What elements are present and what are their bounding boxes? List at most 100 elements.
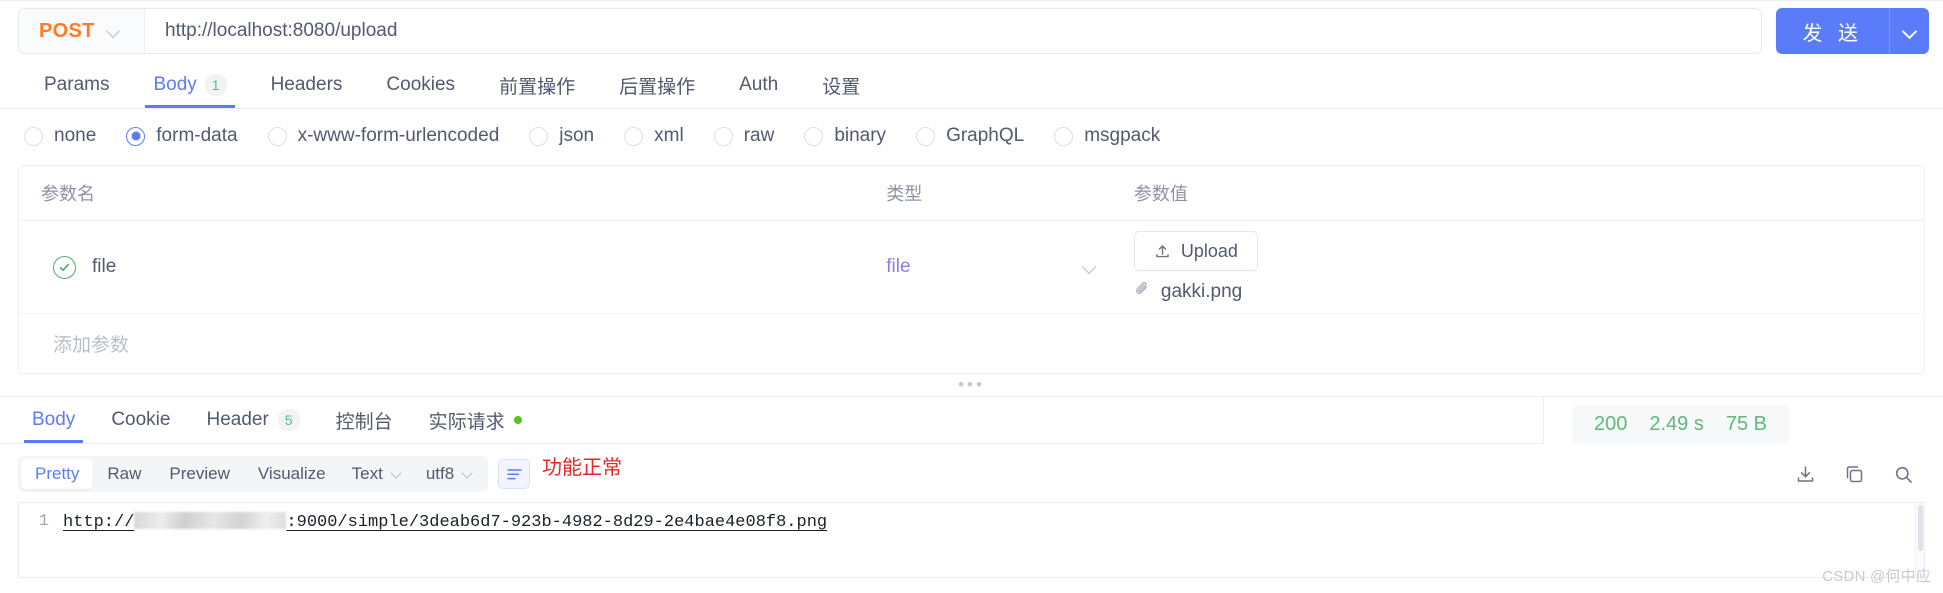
wrap-lines-button[interactable] xyxy=(498,459,531,489)
radio-icon xyxy=(624,126,644,146)
tab-label: Auth xyxy=(739,74,779,95)
header-param-value: 参数值 xyxy=(1123,166,1924,221)
http-method-selector[interactable]: POST xyxy=(19,9,145,53)
tab-cookies[interactable]: Cookies xyxy=(364,62,477,108)
download-icon[interactable] xyxy=(1794,463,1817,486)
tab-label: Body xyxy=(153,74,197,95)
url-input[interactable] xyxy=(145,9,1762,53)
upload-button-label: Upload xyxy=(1180,240,1238,261)
table-row: file file Upload gakki.png xyxy=(19,220,1924,314)
upload-icon xyxy=(1156,244,1169,257)
top-divider xyxy=(0,0,1943,1)
tab-label: 设置 xyxy=(822,76,861,98)
radio-icon xyxy=(713,126,733,146)
tab-auth[interactable]: Auth xyxy=(717,62,800,108)
annotation-text: 功能正常 xyxy=(542,457,622,479)
response-panel: Body Cookie Header 5 控制台 实际请求 200 2.49 s… xyxy=(0,396,1943,593)
response-tab-header[interactable]: Header 5 xyxy=(188,397,317,443)
status-code: 200 xyxy=(1594,413,1628,435)
line-number: 1 xyxy=(38,512,49,531)
radio-label: none xyxy=(54,125,97,146)
radio-label: xml xyxy=(654,125,684,146)
tab-label: Header xyxy=(206,409,269,430)
radio-raw[interactable]: raw xyxy=(713,125,774,147)
view-mode-segmented-control: Pretty Raw Preview Visualize Text utf8 xyxy=(18,456,489,492)
response-tab-actual-request[interactable]: 实际请求 xyxy=(411,397,540,443)
tab-badge-count: 5 xyxy=(277,408,300,432)
view-visualize[interactable]: Visualize xyxy=(244,459,340,489)
tab-label: Cookie xyxy=(111,409,171,430)
header-param-type: 类型 xyxy=(876,166,1124,221)
add-param-cell[interactable]: 添加参数 xyxy=(19,314,1924,374)
url-bar: POST 发 送 xyxy=(0,0,1943,62)
response-tab-console[interactable]: 控制台 xyxy=(318,397,411,443)
chevron-down-icon xyxy=(391,469,402,480)
redacted-host xyxy=(134,512,287,529)
tab-label: Headers xyxy=(270,74,343,95)
tab-label: Cookies xyxy=(386,74,456,95)
attached-file[interactable]: gakki.png xyxy=(1134,280,1242,303)
upload-button[interactable]: Upload xyxy=(1133,231,1258,271)
tab-body[interactable]: Body 1 xyxy=(131,62,248,108)
radio-icon-selected xyxy=(126,126,146,146)
send-options-button[interactable] xyxy=(1889,8,1929,54)
radio-none[interactable]: none xyxy=(24,125,96,147)
radio-label: binary xyxy=(834,125,887,146)
wrap-lines-icon xyxy=(506,468,522,479)
response-url-suffix: :9000/simple/3deab6d7-923b-4982-8d29-2e4… xyxy=(286,513,828,532)
radio-x-www-form-urlencoded[interactable]: x-www-form-urlencoded xyxy=(267,125,500,147)
radio-xml[interactable]: xml xyxy=(624,125,684,147)
param-name-value[interactable]: file xyxy=(92,256,116,278)
cell-param-value: Upload gakki.png xyxy=(1123,220,1924,314)
tab-post-operation[interactable]: 后置操作 xyxy=(597,62,717,108)
response-body-text: http://:9000/simple/3deab6d7-923b-4982-8… xyxy=(63,512,827,532)
copy-icon[interactable] xyxy=(1843,463,1866,486)
radio-icon xyxy=(24,126,43,146)
response-header: Body Cookie Header 5 控制台 实际请求 200 2.49 s… xyxy=(0,397,1943,444)
tab-params[interactable]: Params xyxy=(22,62,131,108)
radio-json[interactable]: json xyxy=(529,125,594,147)
tab-label: Body xyxy=(32,409,76,430)
chevron-down-icon xyxy=(1083,261,1096,274)
check-circle-icon[interactable] xyxy=(53,255,76,279)
view-raw[interactable]: Raw xyxy=(93,459,155,489)
table-header-row: 参数名 类型 参数值 xyxy=(19,166,1924,221)
tab-headers[interactable]: Headers xyxy=(249,62,365,108)
radio-icon xyxy=(916,126,936,146)
search-icon[interactable] xyxy=(1892,463,1915,486)
form-data-table: 参数名 类型 参数值 file file Upload gakki.png 添加… xyxy=(18,165,1925,374)
paperclip-icon xyxy=(1134,280,1151,303)
radio-binary[interactable]: binary xyxy=(804,125,886,147)
header-param-name: 参数名 xyxy=(19,166,877,221)
tab-settings[interactable]: 设置 xyxy=(800,62,882,108)
send-button[interactable]: 发 送 xyxy=(1776,8,1889,54)
watermark: CSDN @何中应 xyxy=(1822,568,1931,585)
send-button-group: 发 送 xyxy=(1776,8,1929,54)
status-dot-icon xyxy=(513,416,522,424)
charset-selector[interactable]: utf8 xyxy=(414,459,485,489)
response-tab-body[interactable]: Body xyxy=(14,397,93,443)
param-type-value: file xyxy=(886,256,911,277)
response-tab-bar: Body Cookie Header 5 控制台 实际请求 xyxy=(0,397,1543,444)
tab-label: 前置操作 xyxy=(499,76,576,98)
cell-param-type: file xyxy=(876,220,1124,314)
view-pretty[interactable]: Pretty xyxy=(21,459,94,489)
format-selector[interactable]: Text xyxy=(340,459,414,489)
radio-msgpack[interactable]: msgpack xyxy=(1054,125,1160,147)
radio-label: x-www-form-urlencoded xyxy=(297,125,500,146)
radio-icon xyxy=(529,126,549,146)
chevron-down-icon xyxy=(107,25,120,38)
radio-graphql[interactable]: GraphQL xyxy=(916,125,1024,147)
panel-splitter-handle[interactable]: ••• xyxy=(0,374,1943,396)
tab-label: 实际请求 xyxy=(428,411,505,433)
add-param-row[interactable]: 添加参数 xyxy=(19,314,1924,374)
cell-param-name: file xyxy=(19,220,877,314)
response-tool-icons xyxy=(1794,463,1925,486)
response-body-viewer[interactable]: 1 http://:9000/simple/3deab6d7-923b-4982… xyxy=(18,502,1925,578)
view-preview[interactable]: Preview xyxy=(155,459,243,489)
format-value: Text xyxy=(351,464,383,483)
radio-form-data[interactable]: form-data xyxy=(126,125,238,147)
tab-pre-operation[interactable]: 前置操作 xyxy=(477,62,597,108)
param-type-select[interactable]: file xyxy=(886,256,1114,278)
response-tab-cookie[interactable]: Cookie xyxy=(93,397,188,443)
